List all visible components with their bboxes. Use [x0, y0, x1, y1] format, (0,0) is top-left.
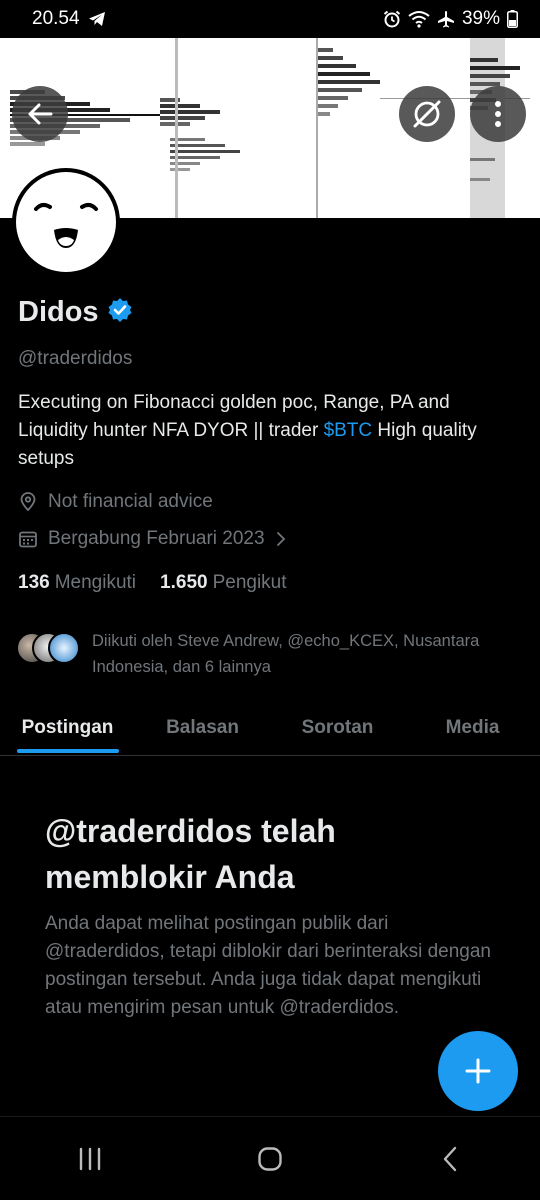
- blocked-title: @traderdidos telah memblokir Anda: [45, 813, 336, 895]
- home-icon: [258, 1146, 282, 1171]
- profile-avatar[interactable]: [12, 168, 120, 276]
- status-right: 39%: [383, 8, 518, 30]
- profile-bio: Executing on Fibonacci golden poc, Range…: [18, 389, 518, 473]
- followers-count: 1.650: [160, 572, 208, 593]
- battery-icon: [507, 10, 518, 28]
- tab-media[interactable]: Media: [405, 700, 540, 755]
- home-button[interactable]: [230, 1129, 310, 1189]
- android-nav-bar: [0, 1116, 540, 1200]
- grok-button[interactable]: [399, 86, 455, 142]
- recents-icon: [79, 1147, 101, 1170]
- display-name-row: Didos: [18, 296, 133, 329]
- status-bar: 20.54 39%: [0, 0, 540, 38]
- cashtag-link[interactable]: $BTC: [324, 420, 373, 441]
- battery-percent: 39%: [461, 8, 500, 29]
- status-time: 20.54: [32, 8, 80, 29]
- status-left: 20.54: [32, 8, 106, 30]
- verified-badge-icon[interactable]: [107, 297, 133, 328]
- more-vertical-icon: [495, 101, 501, 127]
- followed-by-text: Diikuti oleh Steve Andrew, @echo_KCEX, N…: [92, 632, 480, 676]
- nav-back-button[interactable]: [410, 1129, 490, 1189]
- followers-label: Pengikut: [212, 572, 287, 593]
- mutual-avatar: [48, 632, 80, 664]
- following-label: Mengikuti: [54, 572, 137, 593]
- avatar-image: [16, 172, 116, 272]
- more-options-button[interactable]: [470, 86, 526, 142]
- back-button[interactable]: [12, 86, 68, 142]
- follow-stats: 136 Mengikuti 1.650 Pengikut: [18, 572, 287, 594]
- tab-postingan[interactable]: Postingan: [0, 700, 135, 755]
- plus-icon: [465, 1058, 491, 1084]
- followers-link[interactable]: 1.650 Pengikut: [160, 572, 287, 594]
- wifi-icon: [408, 10, 430, 28]
- alarm-icon: [383, 10, 401, 28]
- display-name: Didos: [18, 296, 99, 328]
- profile-tabs: Postingan Balasan Sorotan Media: [0, 700, 540, 756]
- compose-button[interactable]: [438, 1031, 518, 1111]
- arrow-left-icon: [28, 103, 53, 125]
- airplane-icon: [437, 10, 455, 28]
- chevron-right-icon: [276, 532, 285, 546]
- tab-balasan[interactable]: Balasan: [135, 700, 270, 755]
- blocked-description: Anda dapat melihat postingan publik dari…: [45, 913, 491, 1018]
- location-pin-icon: [20, 492, 36, 512]
- back-icon: [443, 1146, 457, 1171]
- calendar-icon: [19, 531, 37, 548]
- joined-text: Bergabung Februari 2023: [48, 528, 265, 549]
- location-text: Not financial advice: [48, 491, 213, 512]
- telegram-icon: [88, 11, 106, 27]
- grok-icon: [413, 100, 441, 128]
- tab-sorotan[interactable]: Sorotan: [270, 700, 405, 755]
- profile-handle: @traderdidos: [18, 348, 133, 369]
- profile-joined[interactable]: Bergabung Februari 2023: [18, 528, 287, 550]
- profile-location: Not financial advice: [18, 491, 213, 513]
- following-link[interactable]: 136 Mengikuti: [18, 572, 136, 594]
- recents-button[interactable]: [50, 1129, 130, 1189]
- mutual-avatars: [16, 628, 80, 664]
- following-count: 136: [18, 572, 50, 593]
- followed-by[interactable]: Diikuti oleh Steve Andrew, @echo_KCEX, N…: [16, 628, 532, 680]
